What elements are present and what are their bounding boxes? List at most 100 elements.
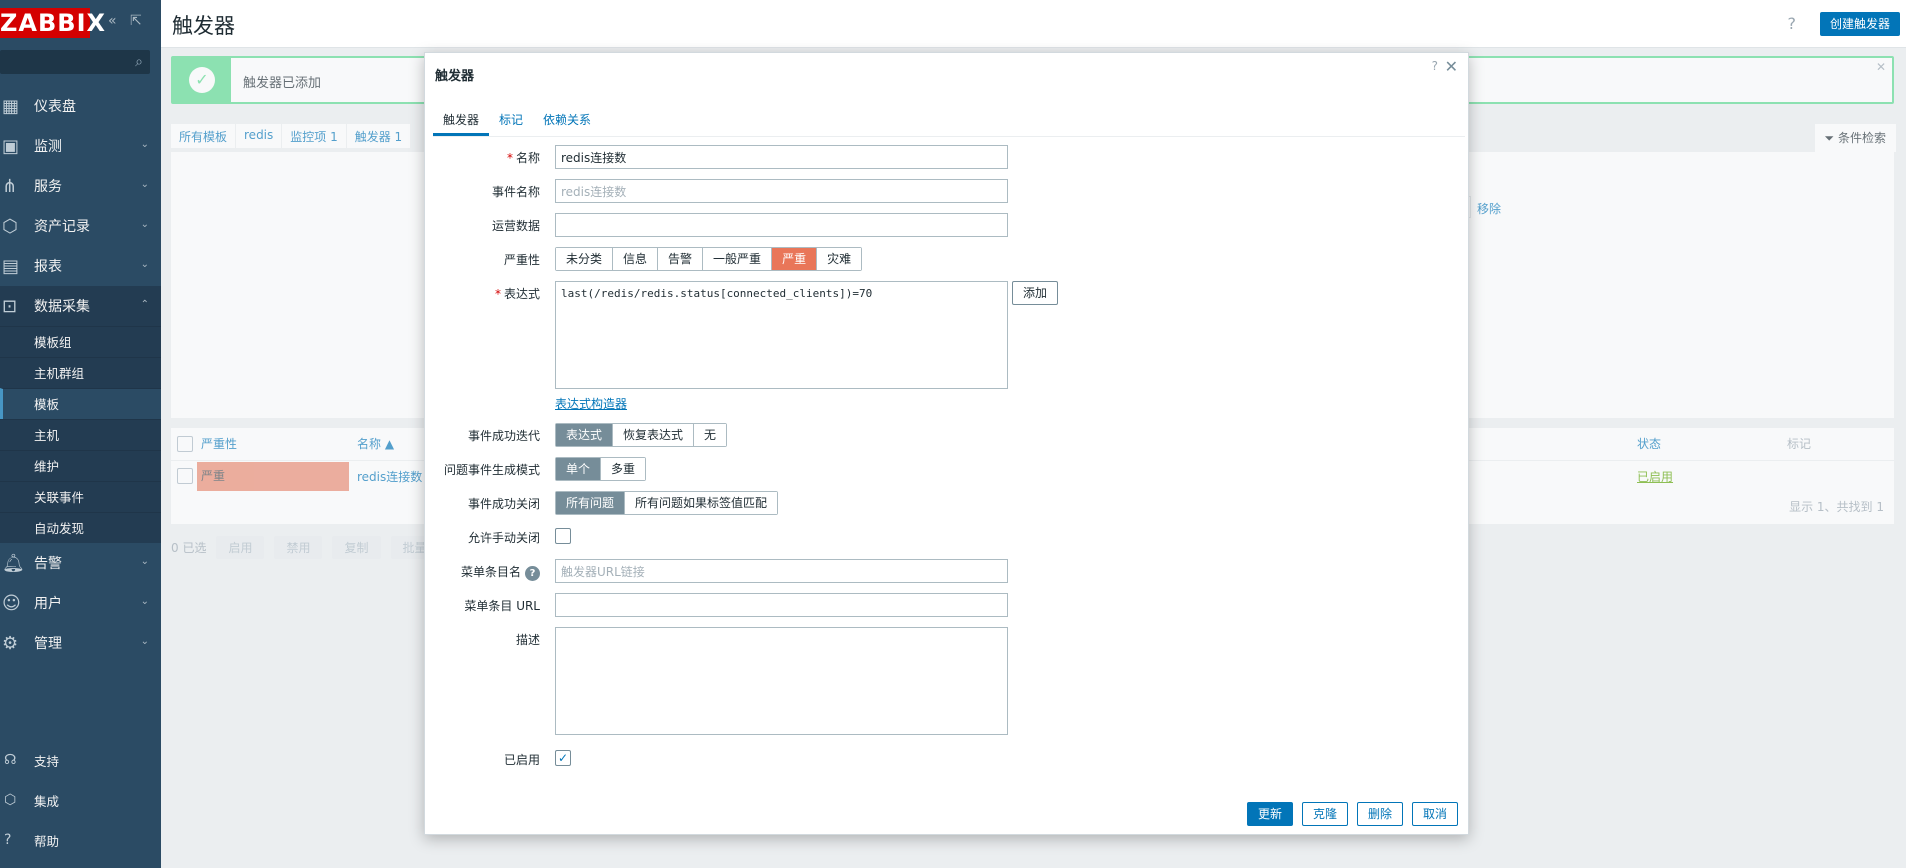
bottom-menu: ☊ 支持 ⬡ 集成 ? 帮助	[0, 740, 161, 860]
menu-item-support[interactable]: ☊ 支持	[0, 740, 161, 780]
menu-item-help[interactable]: ? 帮助	[0, 820, 161, 860]
severity-selector: 未分类 信息 告警 一般严重 严重 灾难	[555, 247, 863, 271]
menu-item-alerts[interactable]: 🔔︎ 告警 ⌄	[0, 543, 161, 583]
problem-mode-single[interactable]: 单个	[556, 458, 602, 480]
menu-entry-url-input[interactable]	[555, 593, 1008, 617]
expression-builder-link[interactable]: 表达式构造器	[555, 395, 627, 412]
reports-icon: ▤	[2, 255, 20, 277]
menu-item-data-collection[interactable]: ⊡ 数据采集 ⌃	[0, 286, 161, 326]
opdata-input[interactable]	[555, 213, 1008, 237]
expression-textarea[interactable]: last(/redis/redis.status[connected_clien…	[555, 281, 1008, 389]
page-title: 触发器	[172, 14, 235, 38]
submenu-item-templates[interactable]: 模板	[0, 388, 161, 419]
severity-disaster[interactable]: 灾难	[817, 248, 862, 270]
help-icon[interactable]: ?	[1788, 14, 1797, 33]
kiosk-mode-icon[interactable]: ⇱	[130, 13, 142, 29]
menu-item-dashboard[interactable]: ▦ 仪表盘	[0, 86, 161, 126]
description-textarea[interactable]	[555, 627, 1008, 735]
expression-label: * 表达式	[494, 287, 540, 301]
menu-label: 报表	[34, 259, 62, 275]
manual-close-checkbox[interactable]	[555, 528, 571, 544]
top-bar: 触发器 ? 创建触发器	[161, 0, 1906, 48]
submenu-item-event-correlation[interactable]: 关联事件	[0, 481, 161, 512]
event-name-input[interactable]: redis连接数	[555, 179, 1008, 203]
inventory-icon: ⬡	[2, 215, 18, 237]
submenu-item-discovery[interactable]: 自动发现	[0, 512, 161, 543]
severity-information[interactable]: 信息	[613, 248, 659, 270]
zabbix-logo[interactable]: ZABBIX	[0, 8, 105, 38]
help-icon[interactable]: ?	[525, 566, 540, 581]
menu-label: 集成	[34, 793, 60, 809]
severity-label: 严重性	[503, 253, 540, 267]
dashboard-icon: ▦	[2, 95, 20, 117]
menu-label: 告警	[34, 556, 62, 572]
menu-item-services[interactable]: ⋔ 服务 ⌄	[0, 166, 161, 206]
submenu-item-hosts[interactable]: 主机	[0, 419, 161, 450]
dialog-title: 触发器	[435, 69, 475, 84]
chevron-down-icon: ⌄	[140, 596, 149, 607]
menu-item-administration[interactable]: ⚙ 管理 ⌄	[0, 623, 161, 663]
menu-entry-name-input[interactable]: 触发器URL链接	[555, 559, 1008, 583]
chevron-down-icon: ⌄	[140, 179, 149, 190]
enabled-label: 已启用	[503, 753, 540, 767]
name-input[interactable]: redis连接数	[555, 145, 1008, 169]
problem-mode-selector: 单个 多重	[555, 457, 647, 481]
severity-not-classified[interactable]: 未分类	[556, 248, 614, 270]
severity-warning[interactable]: 告警	[658, 248, 704, 270]
chevron-down-icon: ⌄	[140, 259, 149, 270]
tab-trigger[interactable]: 触发器	[433, 103, 490, 136]
menu-entry-url-label: 菜单条目 URL	[464, 599, 540, 613]
integrations-icon: ⬡	[4, 792, 17, 808]
opdata-label: 运营数据	[491, 219, 540, 233]
ok-event-recovery-expression[interactable]: 恢复表达式	[613, 424, 695, 446]
severity-high[interactable]: 严重	[772, 248, 818, 270]
close-icon[interactable]: ✕	[1445, 57, 1458, 76]
ok-close-selector: 所有问题 所有问题如果标签值匹配	[555, 491, 779, 515]
update-button[interactable]: 更新	[1246, 802, 1293, 826]
cancel-button[interactable]: 取消	[1411, 802, 1458, 826]
chevron-down-icon: ⌄	[140, 556, 149, 567]
ok-event-none[interactable]: 无	[694, 424, 727, 446]
add-expression-button[interactable]: 添加	[1012, 281, 1059, 305]
collapse-sidebar-icon[interactable]: «	[108, 13, 117, 29]
dialog-tabs: 触发器 标记 依赖关系	[433, 103, 1465, 137]
create-trigger-button[interactable]: 创建触发器	[1819, 12, 1900, 36]
ok-close-all-problems[interactable]: 所有问题	[556, 492, 626, 514]
sidebar: ZABBIX « ⇱ ⌕ ▦ 仪表盘 ▣ 监测 ⌄ ⋔ 服务 ⌄ ⬡ 资产记录 …	[0, 0, 161, 868]
chevron-down-icon: ⌄	[140, 139, 149, 150]
problem-mode-multiple[interactable]: 多重	[601, 458, 646, 480]
submenu-item-maintenance[interactable]: 维护	[0, 450, 161, 481]
ok-close-label: 事件成功关闭	[467, 497, 540, 511]
menu-item-inventory[interactable]: ⬡ 资产记录 ⌄	[0, 206, 161, 246]
submenu-item-template-groups[interactable]: 模板组	[0, 326, 161, 357]
alerts-icon: 🔔︎	[2, 552, 25, 574]
help-icon: ?	[4, 832, 12, 848]
menu-label: 服务	[34, 179, 62, 195]
ok-event-expression[interactable]: 表达式	[556, 424, 614, 446]
severity-average[interactable]: 一般严重	[703, 248, 773, 270]
chevron-down-icon: ⌄	[140, 636, 149, 647]
tab-dependencies[interactable]: 依赖关系	[533, 103, 601, 136]
tab-tags[interactable]: 标记	[489, 103, 533, 136]
chevron-up-icon: ⌃	[140, 299, 149, 310]
sidebar-search-input[interactable]: ⌕	[0, 50, 150, 74]
menu-item-reports[interactable]: ▤ 报表 ⌄	[0, 246, 161, 286]
menu-label: 仪表盘	[34, 99, 76, 115]
help-icon[interactable]: ?	[1432, 59, 1438, 73]
data-collection-submenu: 模板组 主机群组 模板 主机 维护 关联事件 自动发现	[0, 326, 161, 543]
menu-label: 数据采集	[34, 299, 90, 315]
submenu-item-host-groups[interactable]: 主机群组	[0, 357, 161, 388]
menu-item-users[interactable]: ☺ 用户 ⌄	[0, 583, 161, 623]
menu-item-monitoring[interactable]: ▣ 监测 ⌄	[0, 126, 161, 166]
clone-button[interactable]: 克隆	[1301, 802, 1348, 826]
search-icon[interactable]: ⌕	[135, 54, 143, 70]
delete-button[interactable]: 删除	[1356, 802, 1403, 826]
event-name-label: 事件名称	[491, 185, 540, 199]
menu-entry-name-label: 菜单条目名?	[420, 563, 540, 581]
menu-item-integrations[interactable]: ⬡ 集成	[0, 780, 161, 820]
problem-mode-label: 问题事件生成模式	[443, 463, 540, 477]
ok-close-tag-match[interactable]: 所有问题如果标签值匹配	[625, 492, 778, 514]
users-icon: ☺	[2, 592, 21, 614]
menu-label: 资产记录	[34, 219, 90, 235]
enabled-checkbox[interactable]: ✓	[555, 750, 571, 766]
